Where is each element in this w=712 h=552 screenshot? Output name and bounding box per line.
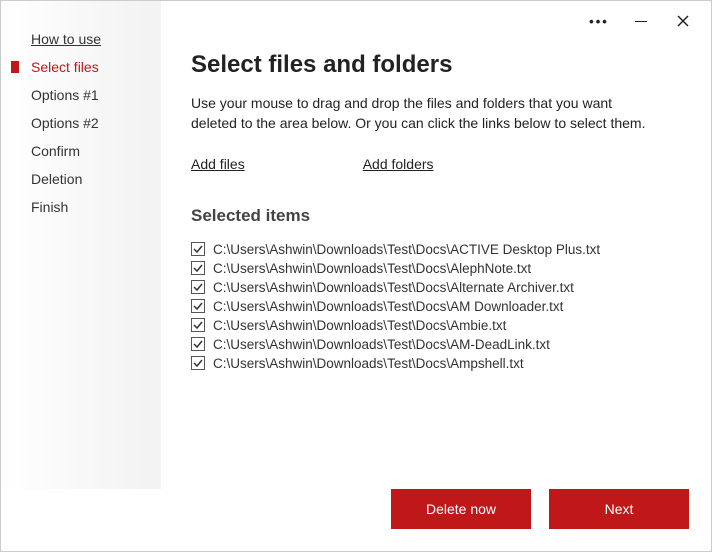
list-item: C:\Users\Ashwin\Downloads\Test\Docs\Amps…	[191, 354, 677, 373]
item-path: C:\Users\Ashwin\Downloads\Test\Docs\ACTI…	[213, 242, 600, 257]
item-checkbox[interactable]	[191, 261, 205, 275]
minimize-button[interactable]	[631, 11, 651, 31]
sidebar-item-label: Select files	[31, 59, 99, 75]
item-checkbox[interactable]	[191, 280, 205, 294]
item-path: C:\Users\Ashwin\Downloads\Test\Docs\Amps…	[213, 356, 524, 371]
item-checkbox[interactable]	[191, 356, 205, 370]
sidebar-item-deletion[interactable]: Deletion	[1, 165, 161, 193]
page-title: Select files and folders	[191, 51, 677, 79]
sidebar-item-options-2[interactable]: Options #2	[1, 109, 161, 137]
sidebar-item-label: Confirm	[31, 143, 80, 159]
sidebar: How to use Select files Options #1 Options …	[1, 1, 161, 489]
item-path: C:\Users\Ashwin\Downloads\Test\Docs\AM-D…	[213, 337, 550, 352]
list-item: C:\Users\Ashwin\Downloads\Test\Docs\AM D…	[191, 297, 677, 316]
sidebar-item-label: Options #2	[31, 115, 99, 131]
item-checkbox[interactable]	[191, 337, 205, 351]
window-titlebar: •••	[583, 1, 711, 37]
sidebar-item-options-1[interactable]: Options #1	[1, 81, 161, 109]
item-path: C:\Users\Ashwin\Downloads\Test\Docs\Alep…	[213, 261, 531, 276]
add-files-link[interactable]: Add files	[191, 156, 245, 172]
delete-now-button[interactable]: Delete now	[391, 489, 531, 529]
sidebar-item-label: Options #1	[31, 87, 99, 103]
selected-items-heading: Selected items	[191, 206, 677, 226]
add-folders-link[interactable]: Add folders	[363, 156, 434, 172]
sidebar-item-label: Deletion	[31, 171, 82, 187]
list-item: C:\Users\Ashwin\Downloads\Test\Docs\ACTI…	[191, 240, 677, 259]
item-path: C:\Users\Ashwin\Downloads\Test\Docs\AM D…	[213, 299, 563, 314]
add-links-row: Add files Add folders	[191, 156, 677, 172]
close-icon	[677, 15, 689, 27]
sidebar-item-select-files[interactable]: Select files	[1, 53, 161, 81]
sidebar-item-how-to-use[interactable]: How to use	[1, 25, 161, 53]
footer-buttons: Delete now Next	[1, 489, 711, 551]
close-button[interactable]	[673, 11, 693, 31]
list-item: C:\Users\Ashwin\Downloads\Test\Docs\Alep…	[191, 259, 677, 278]
item-path: C:\Users\Ashwin\Downloads\Test\Docs\Ambi…	[213, 318, 506, 333]
sidebar-item-label: Finish	[31, 199, 68, 215]
next-button[interactable]: Next	[549, 489, 689, 529]
list-item: C:\Users\Ashwin\Downloads\Test\Docs\AM-D…	[191, 335, 677, 354]
list-item: C:\Users\Ashwin\Downloads\Test\Docs\Ambi…	[191, 316, 677, 335]
page-subtitle: Use your mouse to drag and drop the file…	[191, 93, 661, 134]
item-checkbox[interactable]	[191, 242, 205, 256]
more-options-button[interactable]: •••	[589, 11, 609, 31]
item-checkbox[interactable]	[191, 318, 205, 332]
item-checkbox[interactable]	[191, 299, 205, 313]
sidebar-item-confirm[interactable]: Confirm	[1, 137, 161, 165]
sidebar-item-finish[interactable]: Finish	[1, 193, 161, 221]
selected-items-list: C:\Users\Ashwin\Downloads\Test\Docs\ACTI…	[191, 240, 677, 469]
item-path: C:\Users\Ashwin\Downloads\Test\Docs\Alte…	[213, 280, 574, 295]
list-item: C:\Users\Ashwin\Downloads\Test\Docs\Alte…	[191, 278, 677, 297]
sidebar-item-label: How to use	[31, 31, 101, 47]
main-panel: Select files and folders Use your mouse …	[161, 1, 711, 489]
